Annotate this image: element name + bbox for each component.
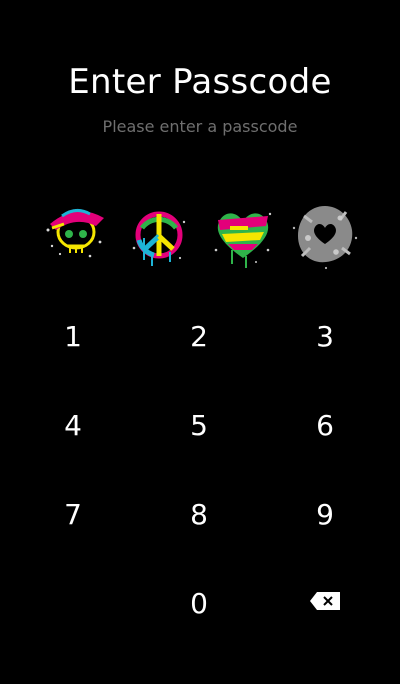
key-1[interactable]: 1 xyxy=(18,296,128,376)
key-3[interactable]: 3 xyxy=(270,296,380,376)
key-0[interactable]: 0 xyxy=(144,563,254,643)
key-5[interactable]: 5 xyxy=(144,385,254,465)
backspace-button[interactable] xyxy=(270,563,380,643)
page-title: Enter Passcode xyxy=(68,62,332,102)
key-9[interactable]: 9 xyxy=(270,474,380,554)
key-6[interactable]: 6 xyxy=(270,385,380,465)
key-7[interactable]: 7 xyxy=(18,474,128,554)
passcode-slots xyxy=(0,198,400,278)
key-2[interactable]: 2 xyxy=(144,296,254,376)
peace-sign-graffiti-icon xyxy=(124,198,194,272)
page-subtitle: Please enter a passcode xyxy=(102,117,298,136)
backspace-icon xyxy=(309,591,341,615)
gray-heart-splat-icon xyxy=(290,198,360,272)
key-4[interactable]: 4 xyxy=(18,385,128,465)
heart-graffiti-icon xyxy=(208,198,278,272)
key-8[interactable]: 8 xyxy=(144,474,254,554)
skull-with-hat-graffiti-icon xyxy=(40,198,110,272)
